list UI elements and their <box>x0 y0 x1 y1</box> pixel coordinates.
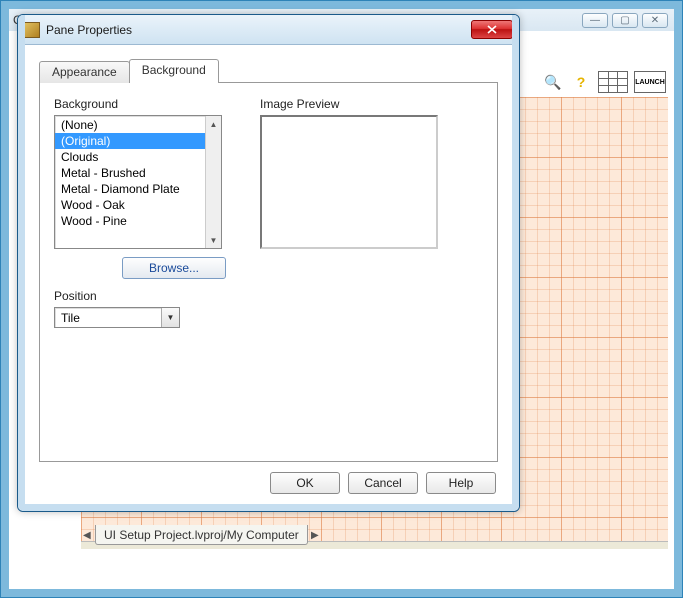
image-preview-label: Image Preview <box>260 97 438 111</box>
position-label: Position <box>54 289 180 303</box>
dialog-title: Pane Properties <box>46 23 471 37</box>
chevron-down-icon[interactable]: ▼ <box>161 308 179 327</box>
position-combobox[interactable]: Tile ▼ <box>54 307 180 328</box>
list-item[interactable]: (Original) <box>55 133 205 149</box>
position-section: Position Tile ▼ <box>54 289 180 328</box>
close-button[interactable] <box>471 20 513 39</box>
scroll-up-icon[interactable]: ▲ <box>206 116 221 132</box>
list-item[interactable]: Wood - Pine <box>55 213 205 229</box>
dialog-titlebar[interactable]: Pane Properties <box>18 15 519 45</box>
image-preview-section: Image Preview <box>260 97 438 249</box>
list-item[interactable]: Metal - Brushed <box>55 165 205 181</box>
browse-button[interactable]: Browse... <box>122 257 226 279</box>
dialog-body: Appearance Background Background (None) … <box>25 45 512 504</box>
tab-appearance[interactable]: Appearance <box>39 61 130 83</box>
tab-background[interactable]: Background <box>129 59 219 83</box>
position-value: Tile <box>55 311 161 325</box>
image-preview-box <box>260 115 438 249</box>
project-path-text: UI Setup Project.lvproj/My Computer <box>104 528 299 542</box>
path-next-icon[interactable]: ▶ <box>311 525 321 545</box>
minimize-button[interactable]: — <box>582 13 608 28</box>
tab-panel-background: Background (None) (Original) Clouds Meta… <box>39 82 498 462</box>
grid-icon[interactable] <box>598 71 628 93</box>
launch-button[interactable]: LAUNCH <box>634 71 666 93</box>
pane-properties-dialog: Pane Properties Appearance Background Ba… <box>17 14 520 512</box>
scroll-down-icon[interactable]: ▼ <box>206 232 221 248</box>
help-button[interactable]: Help <box>426 472 496 494</box>
maximize-button[interactable]: ▢ <box>612 13 638 28</box>
dialog-app-icon <box>24 22 40 38</box>
background-listbox[interactable]: (None) (Original) Clouds Metal - Brushed… <box>54 115 222 249</box>
tabs: Appearance Background <box>39 59 218 83</box>
list-item[interactable]: (None) <box>55 117 205 133</box>
background-list-items: (None) (Original) Clouds Metal - Brushed… <box>55 116 205 248</box>
dialog-button-row: OK Cancel Help <box>270 472 496 494</box>
close-icon <box>487 25 497 34</box>
help-icon[interactable]: ? <box>570 71 592 93</box>
cancel-button[interactable]: Cancel <box>348 472 418 494</box>
list-item[interactable]: Clouds <box>55 149 205 165</box>
list-item[interactable]: Metal - Diamond Plate <box>55 181 205 197</box>
bg-close-button[interactable]: ✕ <box>642 13 668 28</box>
search-icon[interactable]: 🔍 <box>542 71 564 93</box>
path-prev-icon[interactable]: ◀ <box>83 525 93 545</box>
project-path-tab[interactable]: UI Setup Project.lvproj/My Computer <box>95 525 308 545</box>
listbox-scrollbar[interactable]: ▲ ▼ <box>205 116 221 248</box>
ok-button[interactable]: OK <box>270 472 340 494</box>
list-item[interactable]: Wood - Oak <box>55 197 205 213</box>
